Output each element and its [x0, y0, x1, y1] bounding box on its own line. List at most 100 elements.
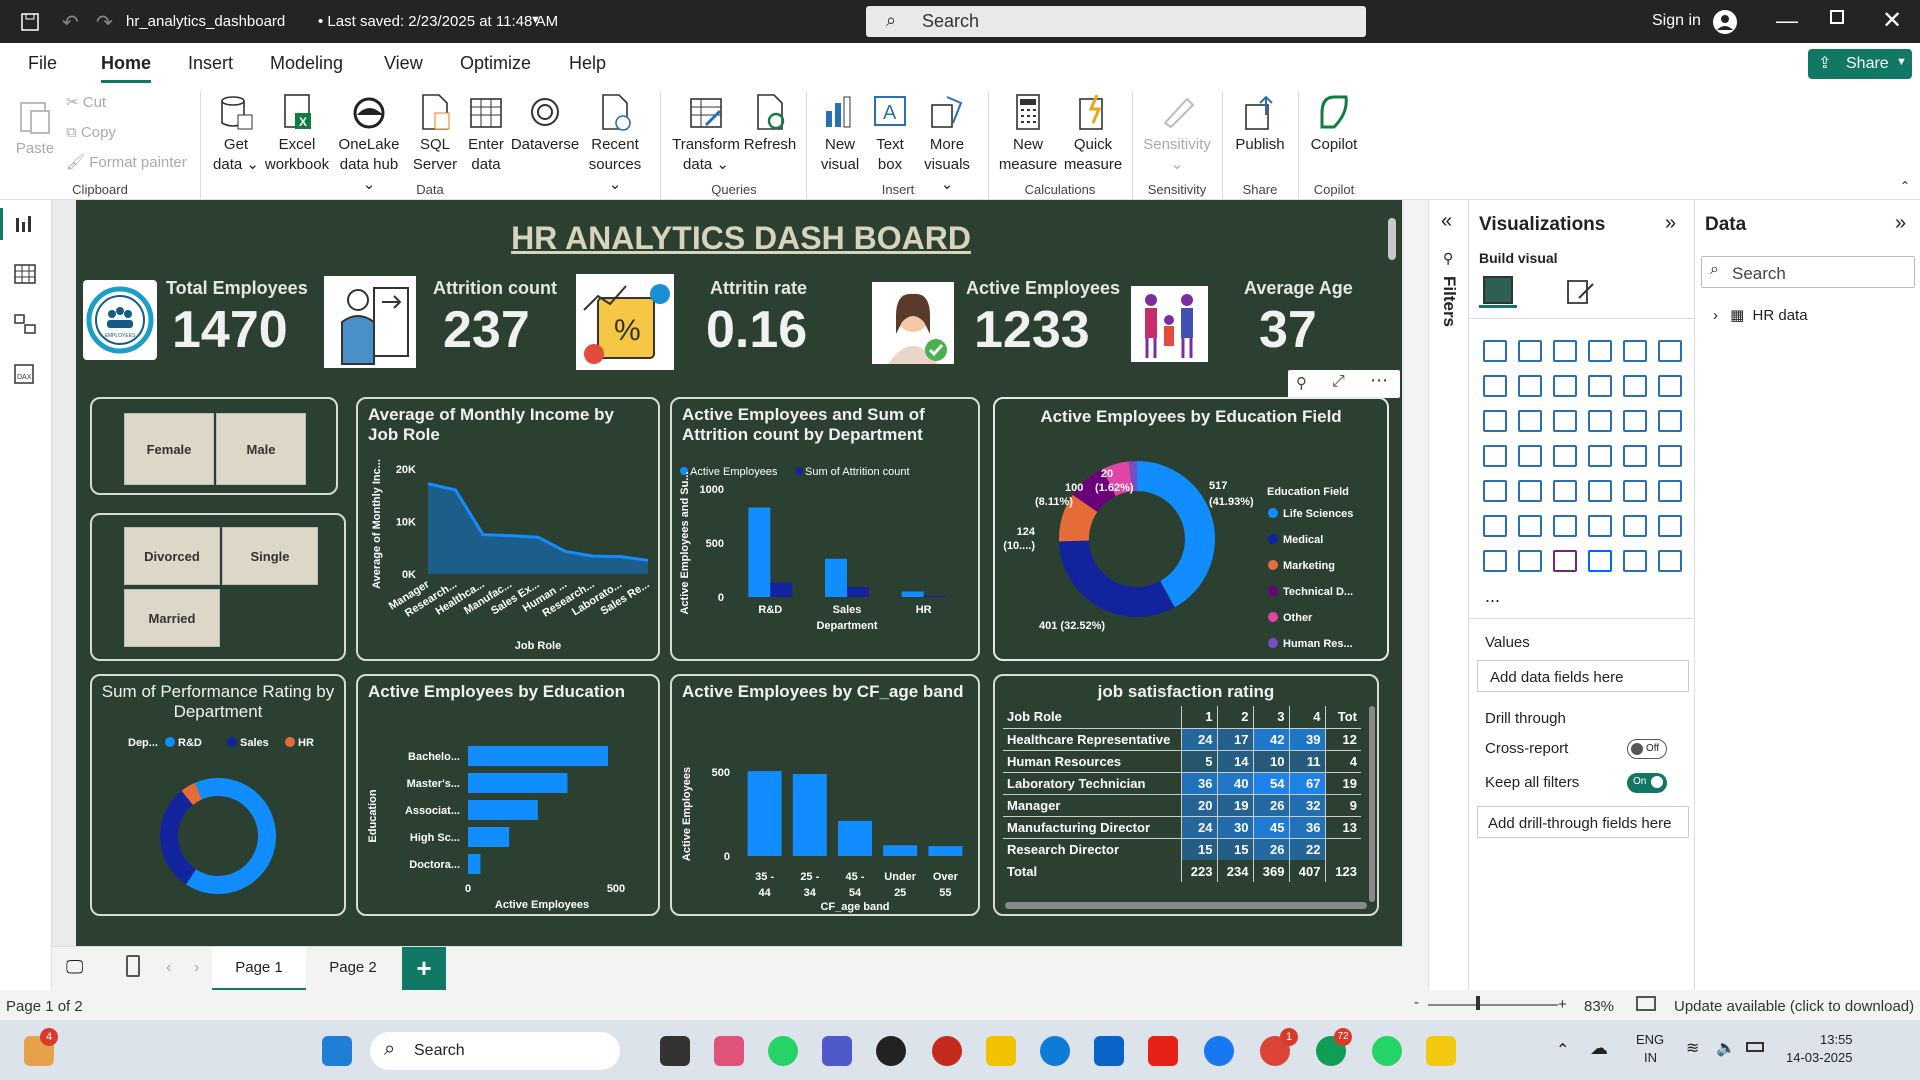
menu-optimize[interactable]: Optimize	[460, 53, 531, 74]
sql-server-button[interactable]: SQL Server	[410, 93, 460, 175]
more-visuals-button[interactable]: More visuals ⌄	[916, 93, 978, 195]
model-view-icon[interactable]	[14, 314, 36, 334]
quick-measure-button[interactable]: Quick measure	[1060, 93, 1126, 175]
narrative-icon[interactable]	[1518, 550, 1542, 572]
vertical-scrollbar[interactable]	[1369, 706, 1375, 902]
line-clustered-column-icon[interactable]	[1658, 375, 1682, 397]
chevron-right-icon[interactable]: ›	[194, 959, 199, 977]
add-drill-through-well[interactable]: Add drill-through fields here	[1477, 806, 1689, 838]
donut-icon[interactable]	[1658, 410, 1682, 432]
dev-cpp-icon[interactable]	[932, 1036, 962, 1066]
desktop-layout-icon[interactable]: 🖵	[66, 957, 83, 978]
outlook-icon[interactable]	[1094, 1036, 1124, 1066]
income-by-job-role-chart[interactable]: Average of Monthly Income by Job Role 20…	[356, 397, 660, 661]
cross-report-toggle[interactable]: Off	[1627, 739, 1667, 759]
build-visual-tab[interactable]	[1479, 272, 1517, 308]
copilot-app-icon[interactable]	[714, 1036, 744, 1066]
azure-map-icon[interactable]	[1588, 445, 1612, 467]
r-visual-icon[interactable]	[1658, 480, 1682, 502]
edge-icon[interactable]	[1040, 1036, 1070, 1066]
education-field-chart[interactable]: Active Employees by Education Field 517 (…	[993, 397, 1389, 661]
kpi-icon[interactable]	[1518, 480, 1542, 502]
new-visual-button[interactable]: New visual	[814, 93, 866, 175]
age-band-chart[interactable]: Active Employees by CF_age band 500 0 35 -…	[670, 674, 980, 916]
youtube-icon[interactable]	[1148, 1036, 1178, 1066]
cut-button[interactable]: ✂ Cut	[66, 93, 106, 113]
get-data-button[interactable]: Get data ⌄	[208, 93, 264, 175]
matrix-icon[interactable]	[1623, 480, 1647, 502]
line-column-icon[interactable]	[1623, 375, 1647, 397]
account-icon[interactable]	[1712, 9, 1738, 35]
expand-filters-icon[interactable]: «	[1441, 210, 1452, 233]
focus-mode-icon[interactable]: ⤢	[1332, 373, 1345, 391]
wifi-icon[interactable]: ≋	[1686, 1038, 1699, 1058]
collapse-pane-icon[interactable]: »	[1665, 212, 1676, 235]
power-bi-icon[interactable]	[1426, 1036, 1456, 1066]
job-satisfaction-table[interactable]: job satisfaction rating Job Role 1 2 3 4 Tot H…	[993, 674, 1379, 916]
teams-icon[interactable]	[822, 1036, 852, 1066]
table-view-icon[interactable]	[14, 264, 36, 284]
language-label[interactable]: ENG	[1636, 1032, 1664, 1047]
collapse-data-pane-icon[interactable]: »	[1895, 212, 1906, 235]
card-icon[interactable]	[1658, 445, 1682, 467]
excel-workbook-button[interactable]: X Excel workbook	[262, 93, 332, 175]
treemap-icon[interactable]	[1483, 445, 1507, 467]
taskbar-search[interactable]: ⌕ Search	[370, 1032, 620, 1070]
zoom-level[interactable]: 83%	[1584, 998, 1614, 1015]
onelake-button[interactable]: OneLake data hub ⌄	[332, 93, 406, 195]
menu-file[interactable]: File	[28, 53, 57, 74]
sign-in-link[interactable]: Sign in	[1652, 12, 1701, 30]
waterfall-icon[interactable]	[1518, 410, 1542, 432]
transform-data-button[interactable]: Transform data ⌄	[670, 93, 742, 175]
chevron-down-icon[interactable]: ▼	[530, 14, 541, 26]
copilot-button[interactable]: Copilot	[1306, 93, 1362, 155]
add-data-fields-well[interactable]: Add data fields here	[1477, 660, 1689, 692]
python-visual-icon[interactable]	[1483, 515, 1507, 537]
100pct-area-icon[interactable]	[1588, 375, 1612, 397]
stacked-area-icon[interactable]	[1553, 375, 1577, 397]
performance-rating-chart[interactable]: Sum of Performance Rating by Department …	[90, 674, 346, 916]
windows-start-icon[interactable]	[322, 1036, 352, 1066]
region-label[interactable]: IN	[1644, 1050, 1657, 1065]
minimize-icon[interactable]: —	[1776, 8, 1798, 34]
save-icon[interactable]	[20, 12, 40, 32]
redo-icon[interactable]: ↷	[96, 10, 113, 35]
slicer-male[interactable]: Male	[216, 413, 306, 485]
filled-map-icon[interactable]	[1553, 445, 1577, 467]
shape-map-icon[interactable]	[1623, 550, 1647, 572]
more-options-icon[interactable]: ⋯	[1370, 370, 1388, 391]
stacked-bar-icon[interactable]	[1483, 340, 1507, 362]
mobile-layout-icon[interactable]	[126, 955, 140, 977]
paste-button[interactable]: Paste	[14, 97, 56, 159]
100pct-bar-icon[interactable]	[1623, 340, 1647, 362]
more-visuals-ellipsis[interactable]: ...	[1485, 586, 1500, 607]
smart-narrative-icon[interactable]	[1623, 515, 1647, 537]
chevron-up-icon[interactable]: ⌃	[1556, 1040, 1569, 1060]
horizontal-scrollbar[interactable]	[1005, 902, 1367, 909]
menu-modeling[interactable]: Modeling	[270, 53, 343, 74]
clustered-bar-icon[interactable]	[1553, 340, 1577, 362]
arc-gis-icon[interactable]	[1658, 550, 1682, 572]
slicer-icon[interactable]	[1553, 480, 1577, 502]
metrics-icon[interactable]	[1658, 515, 1682, 537]
refresh-button[interactable]: Refresh	[740, 93, 800, 155]
recent-sources-button[interactable]: Recent sources ⌄	[584, 93, 646, 195]
format-visual-icon[interactable]	[1565, 278, 1595, 306]
report-view-icon[interactable]	[14, 214, 36, 234]
task-view-icon[interactable]	[660, 1036, 690, 1066]
facebook-icon[interactable]	[1204, 1036, 1234, 1066]
format-painter-button[interactable]: 🖌 Format painter	[66, 153, 187, 173]
map-icon[interactable]	[1518, 445, 1542, 467]
zoom-out-icon[interactable]: -	[1414, 994, 1419, 1011]
filters-pane[interactable]: « ⚲ Filters	[1428, 200, 1468, 990]
whatsapp-icon[interactable]	[768, 1036, 798, 1066]
undo-icon[interactable]: ↶	[62, 10, 79, 35]
collapse-ribbon-icon[interactable]: ⌃	[1900, 179, 1910, 193]
clock-time[interactable]: 13:55	[1820, 1032, 1853, 1047]
last-saved[interactable]: • Last saved: 2/23/2025 at 11:48 AM	[318, 13, 558, 30]
100pct-column-icon[interactable]	[1658, 340, 1682, 362]
pie-icon[interactable]	[1623, 410, 1647, 432]
menu-insert[interactable]: Insert	[188, 53, 233, 74]
multi-row-card-icon[interactable]	[1483, 480, 1507, 502]
table-icon[interactable]	[1588, 480, 1612, 502]
